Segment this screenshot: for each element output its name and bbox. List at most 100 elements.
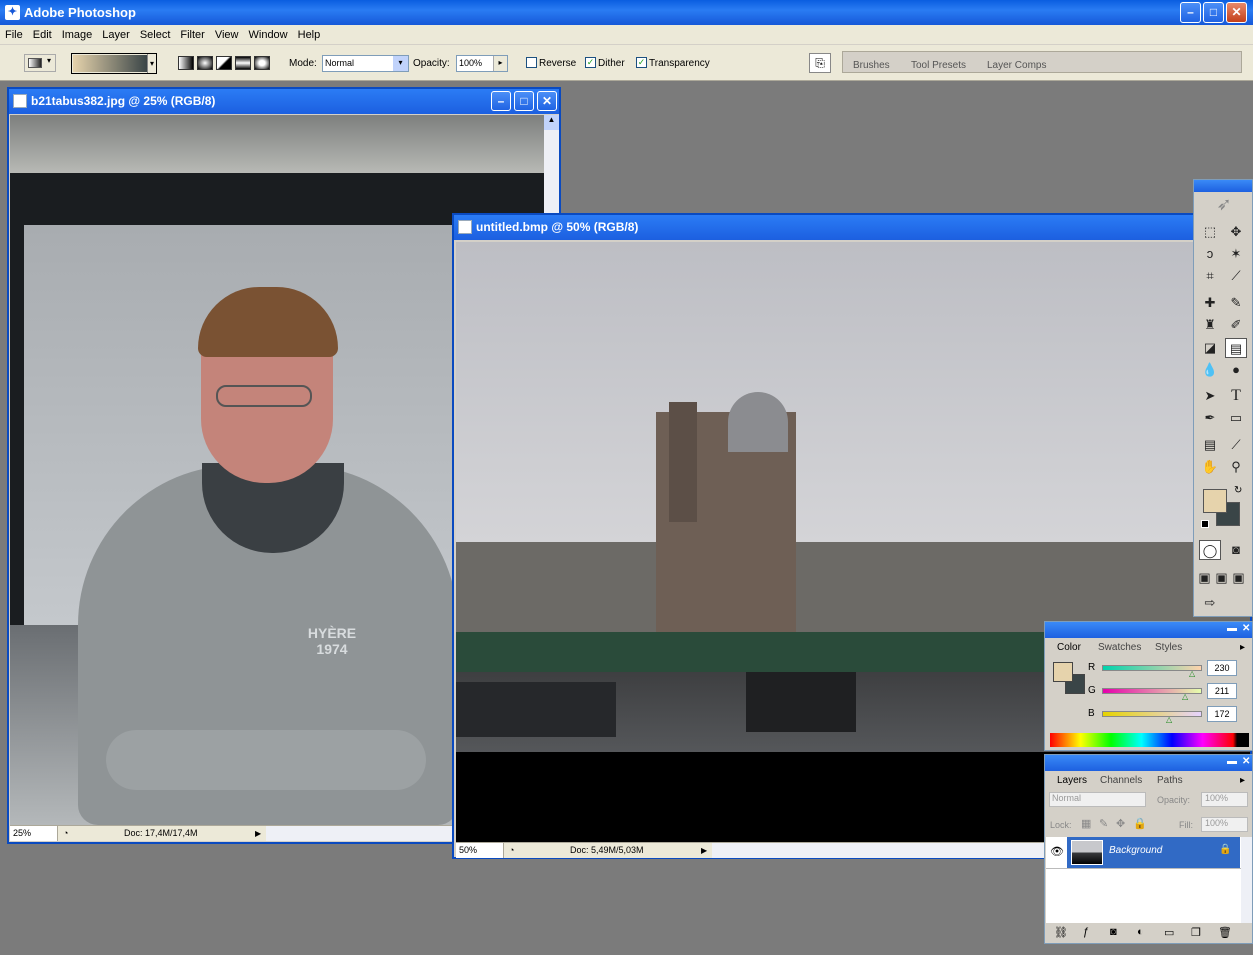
- clone-stamp-tool-icon[interactable]: ♜: [1199, 315, 1221, 335]
- chevron-right-icon[interactable]: ▶: [701, 843, 707, 858]
- lock-image-icon[interactable]: ✎: [1099, 817, 1108, 830]
- mode-select[interactable]: Normal ▾: [322, 55, 409, 72]
- move-tool-icon[interactable]: ✥: [1225, 222, 1247, 242]
- tool-preset-picker[interactable]: ▾: [24, 54, 56, 72]
- type-tool-icon[interactable]: T: [1225, 386, 1247, 406]
- chevron-down-icon[interactable]: ▾: [147, 54, 156, 73]
- lock-all-icon[interactable]: 🔒: [1133, 817, 1147, 830]
- tab-layers[interactable]: Layers: [1050, 772, 1095, 790]
- tab-color[interactable]: Color: [1050, 639, 1088, 657]
- transparency-checkbox[interactable]: ✓: [636, 57, 647, 68]
- blur-tool-icon[interactable]: 💧: [1199, 360, 1221, 380]
- eye-icon[interactable]: 👁: [1050, 845, 1064, 858]
- shape-tool-icon[interactable]: ▭: [1225, 408, 1247, 428]
- menu-layer[interactable]: Layer: [97, 25, 135, 45]
- dodge-tool-icon[interactable]: ●: [1225, 360, 1247, 380]
- tab-channels[interactable]: Channels: [1093, 772, 1149, 790]
- reverse-checkbox[interactable]: [526, 57, 537, 68]
- new-layer-icon[interactable]: ❐: [1191, 926, 1201, 939]
- layer-name[interactable]: Background: [1109, 845, 1162, 856]
- r-value-field[interactable]: 230: [1207, 660, 1237, 676]
- color-ramp[interactable]: [1050, 733, 1249, 747]
- menu-help[interactable]: Help: [293, 25, 326, 45]
- r-slider[interactable]: [1102, 665, 1202, 671]
- r-slider-thumb[interactable]: △: [1189, 669, 1195, 678]
- lock-position-icon[interactable]: ✥: [1116, 817, 1125, 830]
- hand-tool-icon[interactable]: ✋: [1199, 457, 1221, 477]
- close-icon[interactable]: ✕: [1242, 623, 1250, 634]
- opacity-field[interactable]: 100% ▸: [456, 55, 508, 72]
- link-icon[interactable]: ⛓: [1054, 926, 1068, 939]
- standard-mode-icon[interactable]: ◯: [1199, 540, 1221, 560]
- quick-mask-mode-icon[interactable]: ◙: [1225, 540, 1247, 560]
- path-selection-tool-icon[interactable]: ➤: [1199, 386, 1221, 406]
- reflected-gradient-icon[interactable]: [235, 56, 251, 70]
- layer-opacity-field[interactable]: 100%: [1201, 792, 1248, 807]
- minimize-icon[interactable]: ▬: [1227, 623, 1237, 634]
- diamond-gradient-icon[interactable]: [254, 56, 270, 70]
- standard-screen-mode-icon[interactable]: ▣: [1196, 568, 1213, 588]
- palette-title-bar[interactable]: ▬ ✕: [1045, 622, 1252, 638]
- chevron-right-icon[interactable]: ▶: [255, 826, 261, 841]
- close-icon[interactable]: ✕: [1242, 756, 1250, 767]
- document-title-bar[interactable]: untitled.bmp @ 50% (RGB/8): [454, 215, 1250, 240]
- menu-image[interactable]: Image: [57, 25, 98, 45]
- gradient-picker[interactable]: ▾: [71, 53, 157, 74]
- layers-scrollbar[interactable]: [1241, 837, 1252, 923]
- b-slider-thumb[interactable]: △: [1166, 715, 1172, 724]
- palette-menu-icon[interactable]: ▸: [1240, 642, 1245, 653]
- chevron-right-icon[interactable]: ▸: [493, 56, 507, 71]
- fill-field[interactable]: 100%: [1201, 817, 1248, 832]
- minimize-button[interactable]: –: [491, 91, 511, 111]
- default-colors-icon[interactable]: [1201, 520, 1209, 528]
- minimize-button[interactable]: –: [1180, 2, 1201, 23]
- pen-tool-icon[interactable]: ✒: [1199, 408, 1221, 428]
- close-button[interactable]: ✕: [537, 91, 557, 111]
- new-group-icon[interactable]: ▭: [1164, 926, 1174, 939]
- palette-well-tab-layer-comps[interactable]: Layer Comps: [987, 60, 1046, 71]
- tab-swatches[interactable]: Swatches: [1091, 639, 1148, 657]
- linear-gradient-icon[interactable]: [178, 56, 194, 70]
- angle-gradient-icon[interactable]: [216, 56, 232, 70]
- chevron-up-icon[interactable]: ▲: [544, 115, 559, 130]
- maximize-button[interactable]: □: [514, 91, 534, 111]
- menu-view[interactable]: View: [210, 25, 244, 45]
- eyedropper-tool-icon[interactable]: ⟋: [1225, 435, 1247, 455]
- document-title-bar[interactable]: b21tabus382.jpg @ 25% (RGB/8) – □ ✕: [9, 89, 559, 114]
- magic-wand-tool-icon[interactable]: ✶: [1225, 244, 1247, 264]
- close-button[interactable]: ✕: [1226, 2, 1247, 23]
- menu-window[interactable]: Window: [244, 25, 293, 45]
- menu-select[interactable]: Select: [135, 25, 176, 45]
- zoom-tool-icon[interactable]: ⚲: [1225, 457, 1247, 477]
- swap-colors-icon[interactable]: ↻: [1234, 485, 1242, 496]
- document-canvas[interactable]: [456, 242, 1250, 842]
- palette-well-tab-tool-presets[interactable]: Tool Presets: [911, 60, 966, 71]
- full-screen-mode-icon[interactable]: ▣: [1230, 568, 1247, 588]
- palette-menu-icon[interactable]: ▸: [1240, 775, 1245, 786]
- tab-paths[interactable]: Paths: [1150, 772, 1190, 790]
- crop-tool-icon[interactable]: ⌗: [1199, 266, 1221, 286]
- menu-edit[interactable]: Edit: [28, 25, 57, 45]
- adjustment-layer-icon[interactable]: ◐: [1137, 926, 1144, 938]
- slice-tool-icon[interactable]: ⟋: [1225, 266, 1247, 286]
- foreground-color-swatch[interactable]: [1203, 489, 1227, 513]
- file-browser-icon[interactable]: ⎘: [809, 53, 831, 73]
- radial-gradient-icon[interactable]: [197, 56, 213, 70]
- palette-well-tab-brushes[interactable]: Brushes: [853, 60, 890, 71]
- notes-tool-icon[interactable]: ▤: [1199, 435, 1221, 455]
- dither-checkbox[interactable]: ✓: [585, 57, 596, 68]
- g-slider-thumb[interactable]: △: [1182, 692, 1188, 701]
- palette-title-bar[interactable]: ▬ ✕: [1045, 755, 1252, 771]
- history-brush-tool-icon[interactable]: ✐: [1225, 315, 1247, 335]
- status-icon[interactable]: ◔: [63, 826, 68, 841]
- g-value-field[interactable]: 211: [1207, 683, 1237, 699]
- zoom-field[interactable]: 25%: [10, 826, 58, 841]
- layer-mask-icon[interactable]: ◙: [1110, 926, 1117, 938]
- maximize-button[interactable]: □: [1203, 2, 1224, 23]
- blend-mode-select[interactable]: Normal: [1049, 792, 1146, 807]
- menu-file[interactable]: File: [0, 25, 28, 45]
- jump-to-imageready-icon[interactable]: ⇨: [1199, 593, 1221, 613]
- b-value-field[interactable]: 172: [1207, 706, 1237, 722]
- gradient-tool-icon[interactable]: ▤: [1225, 338, 1247, 358]
- trash-icon[interactable]: 🗑: [1218, 926, 1232, 939]
